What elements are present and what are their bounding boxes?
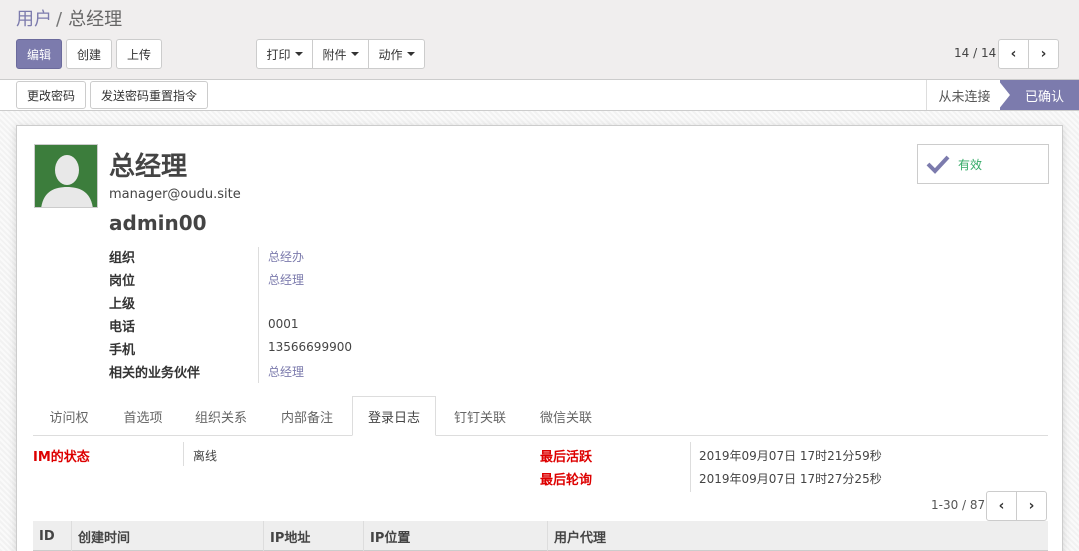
breadcrumb: 用户 / 总经理: [16, 8, 122, 32]
last-poll-label: 最后轮询: [540, 473, 593, 488]
pager-next-button[interactable]: ›: [1028, 39, 1059, 69]
field-value-mobile[interactable]: 13566699900: [268, 340, 352, 354]
avatar[interactable]: [34, 144, 98, 208]
im-status-divider: [183, 442, 184, 466]
pager-value[interactable]: 14 / 14: [954, 46, 996, 60]
tab-internal-notes[interactable]: 内部备注: [265, 396, 349, 436]
field-label-phone: 电话: [109, 320, 136, 335]
edit-button[interactable]: 编辑: [16, 39, 62, 69]
field-value-related-partner[interactable]: 总经理: [268, 363, 304, 380]
change-password-button[interactable]: 更改密码: [16, 81, 86, 109]
column-ip-address[interactable]: IP地址: [263, 521, 363, 551]
pager-previous-button[interactable]: ‹: [998, 39, 1029, 69]
im-time-divider: [690, 442, 691, 492]
user-avatar-icon: [35, 145, 97, 207]
record-login[interactable]: admin00: [109, 211, 207, 235]
caret-down-icon: [406, 52, 415, 56]
column-id[interactable]: ID: [33, 521, 71, 551]
stage-never-connected[interactable]: 从未连接: [926, 80, 1002, 110]
field-divider: [258, 247, 259, 383]
im-status-label: IM的状态: [33, 450, 90, 465]
log-pager-previous-button[interactable]: ‹: [986, 491, 1017, 521]
log-pager-next-button[interactable]: ›: [1016, 491, 1047, 521]
print-dropdown[interactable]: 打印: [257, 40, 313, 68]
create-button[interactable]: 创建: [66, 39, 112, 69]
tab-access-rights[interactable]: 访问权: [33, 396, 105, 436]
column-ip-location[interactable]: IP位置: [363, 521, 547, 551]
chevron-left-icon: ‹: [998, 498, 1005, 514]
field-label-manager: 上级: [109, 297, 136, 312]
field-label-organization: 组织: [109, 251, 136, 266]
caret-down-icon: [294, 52, 303, 56]
attachment-label: 附件: [322, 47, 347, 62]
tab-preferences[interactable]: 首选项: [107, 396, 179, 436]
last-active-value: 2019年09月07日 17时21分59秒: [699, 449, 882, 463]
field-value-organization[interactable]: 总经办: [268, 248, 304, 265]
action-label: 动作: [378, 47, 403, 62]
field-value-phone[interactable]: 0001: [268, 317, 299, 331]
chevron-right-icon: ›: [1028, 498, 1035, 514]
record-email[interactable]: manager@oudu.site: [109, 187, 241, 202]
control-panel: 用户 / 总经理 编辑 创建 上传 打印 附件 动作 14 / 14 ‹ ›: [0, 0, 1079, 80]
notebook-tabs: 访问权 首选项 组织关系 内部备注 登录日志 钉钉关联 微信关联: [33, 396, 1048, 436]
last-active-label: 最后活跃: [540, 450, 593, 465]
active-toggle-button[interactable]: 有效: [917, 144, 1049, 184]
breadcrumb-separator: /: [56, 9, 63, 30]
tab-login-log[interactable]: 登录日志: [352, 396, 436, 436]
caret-down-icon: [350, 52, 359, 56]
form-sheet: 总经理 manager@oudu.site admin00 有效 组织 总经办 …: [16, 125, 1063, 551]
breadcrumb-current: 总经理: [68, 9, 123, 30]
last-poll-value: 2019年09月07日 17时27分25秒: [699, 472, 882, 486]
column-created-at[interactable]: 创建时间: [71, 521, 263, 551]
chevron-right-icon: ›: [1040, 46, 1047, 62]
stage-confirmed[interactable]: 已确认: [1000, 80, 1079, 110]
sidebar-dropdowns: 打印 附件 动作: [256, 39, 425, 69]
tab-wechat[interactable]: 微信关联: [524, 396, 608, 436]
action-dropdown[interactable]: 动作: [369, 40, 424, 68]
field-label-mobile: 手机: [109, 343, 136, 358]
tab-dingtalk[interactable]: 钉钉关联: [438, 396, 522, 436]
attachment-dropdown[interactable]: 附件: [313, 40, 369, 68]
send-reset-password-button[interactable]: 发送密码重置指令: [90, 81, 208, 109]
upload-button[interactable]: 上传: [116, 39, 162, 69]
active-label: 有效: [958, 157, 983, 172]
chevron-left-icon: ‹: [1010, 46, 1017, 62]
log-pager-value[interactable]: 1-30 / 87: [931, 498, 985, 512]
log-table-header: ID 创建时间 IP地址 IP位置 用户代理: [33, 521, 1048, 551]
check-icon: [926, 155, 950, 174]
status-bar: 更改密码 发送密码重置指令 从未连接 已确认: [0, 80, 1079, 111]
column-user-agent[interactable]: 用户代理: [547, 521, 1048, 551]
record-name[interactable]: 总经理: [109, 146, 187, 183]
field-value-position[interactable]: 总经理: [268, 271, 304, 288]
print-label: 打印: [266, 47, 291, 62]
field-label-related-partner: 相关的业务伙伴: [109, 366, 201, 381]
breadcrumb-parent-link[interactable]: 用户: [16, 9, 52, 30]
tab-org-relations[interactable]: 组织关系: [181, 396, 261, 436]
im-status-value: 离线: [193, 449, 218, 463]
field-label-position: 岗位: [109, 274, 136, 289]
stage-arrow: [998, 80, 1010, 110]
